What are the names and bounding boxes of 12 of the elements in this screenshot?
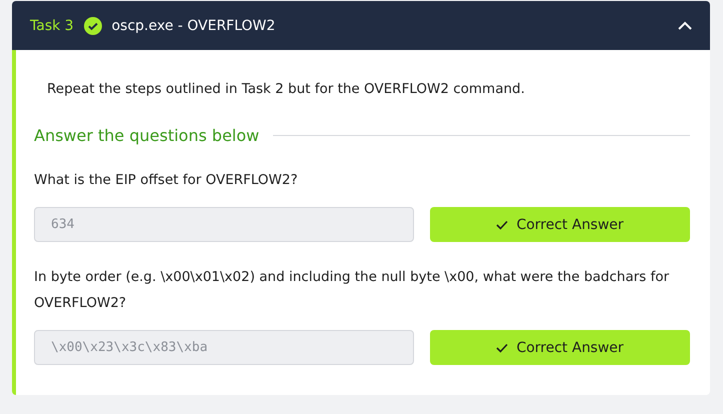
task-title: oscp.exe - OVERFLOW2 [112, 18, 276, 34]
check-icon [496, 220, 508, 230]
question-text: What is the EIP offset for OVERFLOW2? [34, 171, 299, 190]
chevron-icon[interactable] [678, 21, 692, 30]
submit-button[interactable]: Correct Answer [430, 330, 690, 365]
check-icon [496, 342, 508, 352]
task-description: Repeat the steps outlined in Task 2 but for the OVERFLOW2 command. [47, 81, 525, 97]
question-text: In byte order (e.g. \x00\x01\x02) and including the null byte \x00, what were the badchars for OVERFLOW2? [34, 268, 670, 313]
submit-button[interactable]: Correct Answer [430, 207, 690, 242]
task-header[interactable]: Task 3 oscp.exe - OVERFLOW2 [12, 1, 710, 50]
section-heading: Answer the questions below [34, 126, 260, 145]
task-label: Task 3 [30, 18, 74, 34]
